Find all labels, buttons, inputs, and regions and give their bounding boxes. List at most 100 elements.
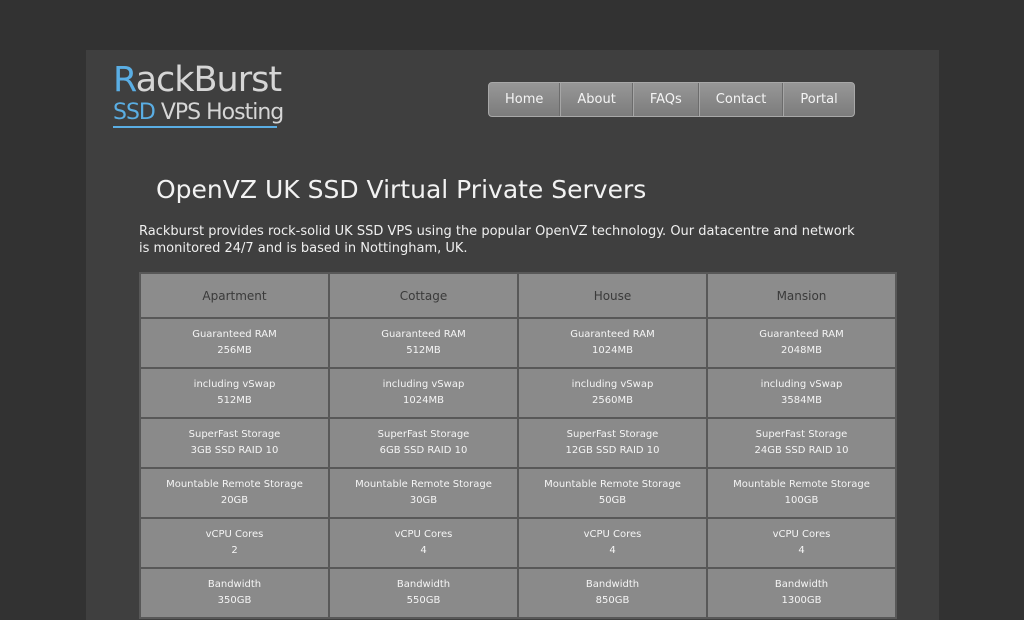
spec-label: Mountable Remote Storage bbox=[355, 479, 492, 490]
spec-label: Guaranteed RAM bbox=[381, 329, 466, 340]
spec-value: 3GB SSD RAID 10 bbox=[190, 445, 279, 456]
table-row-vswap: including vSwap 512MB including vSwap 1024M… bbox=[139, 367, 897, 419]
spec-value: 4 bbox=[420, 545, 427, 556]
spec-label: including vSwap bbox=[760, 379, 843, 390]
spec-value: 1024MB bbox=[403, 395, 444, 406]
plans-table: Apartment Cottage House Mansion Guarante… bbox=[139, 272, 897, 619]
table-cell: SuperFast Storage 3GB SSD RAID 10 bbox=[139, 417, 330, 469]
spec-value: 512MB bbox=[406, 345, 441, 356]
table-cell: Bandwidth 350GB bbox=[139, 567, 330, 619]
rackburst-logo[interactable]: RackBurst SSD VPS Hosting bbox=[113, 60, 313, 132]
spec-value: 850GB bbox=[595, 595, 630, 606]
table-cell: Mountable Remote Storage 30GB bbox=[328, 467, 519, 519]
spec-value: 350GB bbox=[217, 595, 252, 606]
spec-label: vCPU Cores bbox=[772, 529, 831, 540]
spec-value: 4 bbox=[609, 545, 616, 556]
spec-value: 4 bbox=[798, 545, 805, 556]
nav-home[interactable]: Home bbox=[489, 83, 561, 116]
plan-header-cottage: Cottage bbox=[328, 272, 519, 319]
plan-header-mansion: Mansion bbox=[706, 272, 897, 319]
table-cell: Bandwidth 850GB bbox=[517, 567, 708, 619]
table-cell: vCPU Cores 4 bbox=[517, 517, 708, 569]
spec-label: including vSwap bbox=[193, 379, 276, 390]
spec-label: Guaranteed RAM bbox=[759, 329, 844, 340]
nav-faqs[interactable]: FAQs bbox=[632, 83, 699, 116]
logo-underline bbox=[113, 126, 277, 128]
spec-label: Bandwidth bbox=[396, 579, 451, 590]
nav-contact[interactable]: Contact bbox=[698, 83, 784, 116]
table-cell: Mountable Remote Storage 100GB bbox=[706, 467, 897, 519]
page-title: OpenVZ UK SSD Virtual Private Servers bbox=[156, 175, 647, 204]
spec-value: 256MB bbox=[217, 345, 252, 356]
table-row-bandwidth: Bandwidth 350GB Bandwidth 550GB Bandwidth 850… bbox=[139, 567, 897, 619]
table-cell: vCPU Cores 4 bbox=[328, 517, 519, 569]
logo-tagline-ssd: SSD bbox=[113, 100, 156, 125]
table-cell: SuperFast Storage 24GB SSD RAID 10 bbox=[706, 417, 897, 469]
table-cell: vCPU Cores 2 bbox=[139, 517, 330, 569]
table-cell: Guaranteed RAM 256MB bbox=[139, 317, 330, 369]
spec-label: Mountable Remote Storage bbox=[544, 479, 681, 490]
table-row-ram: Guaranteed RAM 256MB Guaranteed RAM 512MB Gu… bbox=[139, 317, 897, 369]
spec-label: SuperFast Storage bbox=[566, 429, 659, 440]
spec-value: 2 bbox=[231, 545, 238, 556]
table-cell: including vSwap 1024MB bbox=[328, 367, 519, 419]
spec-label: Guaranteed RAM bbox=[570, 329, 655, 340]
table-row-remote-storage: Mountable Remote Storage 20GB Mountable Re… bbox=[139, 467, 897, 519]
spec-value: 550GB bbox=[406, 595, 441, 606]
table-cell: including vSwap 512MB bbox=[139, 367, 330, 419]
plans-header-row: Apartment Cottage House Mansion bbox=[139, 272, 897, 319]
table-cell: vCPU Cores 4 bbox=[706, 517, 897, 569]
logo-initial: R bbox=[113, 60, 137, 100]
spec-value: 20GB bbox=[220, 495, 249, 506]
spec-value: 12GB SSD RAID 10 bbox=[565, 445, 660, 456]
spec-value: 1300GB bbox=[781, 595, 822, 606]
intro-text: Rackburst provides rock-solid UK SSD VPS… bbox=[139, 224, 855, 256]
spec-label: Mountable Remote Storage bbox=[166, 479, 303, 490]
page-container: RackBurst SSD VPS Hosting Home About FAQ… bbox=[86, 50, 939, 620]
plans-body: Guaranteed RAM 256MB Guaranteed RAM 512MB Gu… bbox=[139, 317, 897, 619]
spec-label: vCPU Cores bbox=[394, 529, 453, 540]
main-nav: Home About FAQs Contact Portal bbox=[488, 82, 855, 117]
plan-header-house: House bbox=[517, 272, 708, 319]
spec-label: Bandwidth bbox=[774, 579, 829, 590]
spec-value: 50GB bbox=[598, 495, 627, 506]
nav-about[interactable]: About bbox=[560, 83, 633, 116]
logo-tagline: SSD VPS Hosting bbox=[113, 100, 284, 126]
table-cell: including vSwap 3584MB bbox=[706, 367, 897, 419]
spec-label: Bandwidth bbox=[207, 579, 262, 590]
spec-label: Mountable Remote Storage bbox=[733, 479, 870, 490]
table-cell: Mountable Remote Storage 50GB bbox=[517, 467, 708, 519]
table-cell: Guaranteed RAM 1024MB bbox=[517, 317, 708, 369]
table-cell: SuperFast Storage 6GB SSD RAID 10 bbox=[328, 417, 519, 469]
table-row-storage: SuperFast Storage 3GB SSD RAID 10 SuperFas… bbox=[139, 417, 897, 469]
table-cell: Guaranteed RAM 512MB bbox=[328, 317, 519, 369]
spec-value: 2048MB bbox=[781, 345, 822, 356]
spec-label: Guaranteed RAM bbox=[192, 329, 277, 340]
table-cell: including vSwap 2560MB bbox=[517, 367, 708, 419]
table-cell: Guaranteed RAM 2048MB bbox=[706, 317, 897, 369]
logo-wordmark: RackBurst bbox=[113, 60, 283, 100]
spec-label: including vSwap bbox=[382, 379, 465, 390]
nav-portal[interactable]: Portal bbox=[783, 83, 853, 116]
plan-header-apartment: Apartment bbox=[139, 272, 330, 319]
spec-value: 3584MB bbox=[781, 395, 822, 406]
table-cell: Mountable Remote Storage 20GB bbox=[139, 467, 330, 519]
spec-value: 512MB bbox=[217, 395, 252, 406]
spec-label: SuperFast Storage bbox=[188, 429, 281, 440]
logo-tagline-rest: VPS Hosting bbox=[154, 100, 284, 125]
spec-label: Bandwidth bbox=[585, 579, 640, 590]
spec-value: 6GB SSD RAID 10 bbox=[379, 445, 468, 456]
spec-value: 24GB SSD RAID 10 bbox=[754, 445, 849, 456]
spec-label: vCPU Cores bbox=[583, 529, 642, 540]
spec-label: SuperFast Storage bbox=[755, 429, 848, 440]
spec-label: including vSwap bbox=[571, 379, 654, 390]
spec-value: 2560MB bbox=[592, 395, 633, 406]
table-cell: Bandwidth 550GB bbox=[328, 567, 519, 619]
spec-value: 30GB bbox=[409, 495, 438, 506]
table-cell: SuperFast Storage 12GB SSD RAID 10 bbox=[517, 417, 708, 469]
spec-label: SuperFast Storage bbox=[377, 429, 470, 440]
logo-name-rest: ackBurst bbox=[135, 60, 283, 100]
table-cell: Bandwidth 1300GB bbox=[706, 567, 897, 619]
spec-value: 100GB bbox=[784, 495, 819, 506]
spec-value: 1024MB bbox=[592, 345, 633, 356]
